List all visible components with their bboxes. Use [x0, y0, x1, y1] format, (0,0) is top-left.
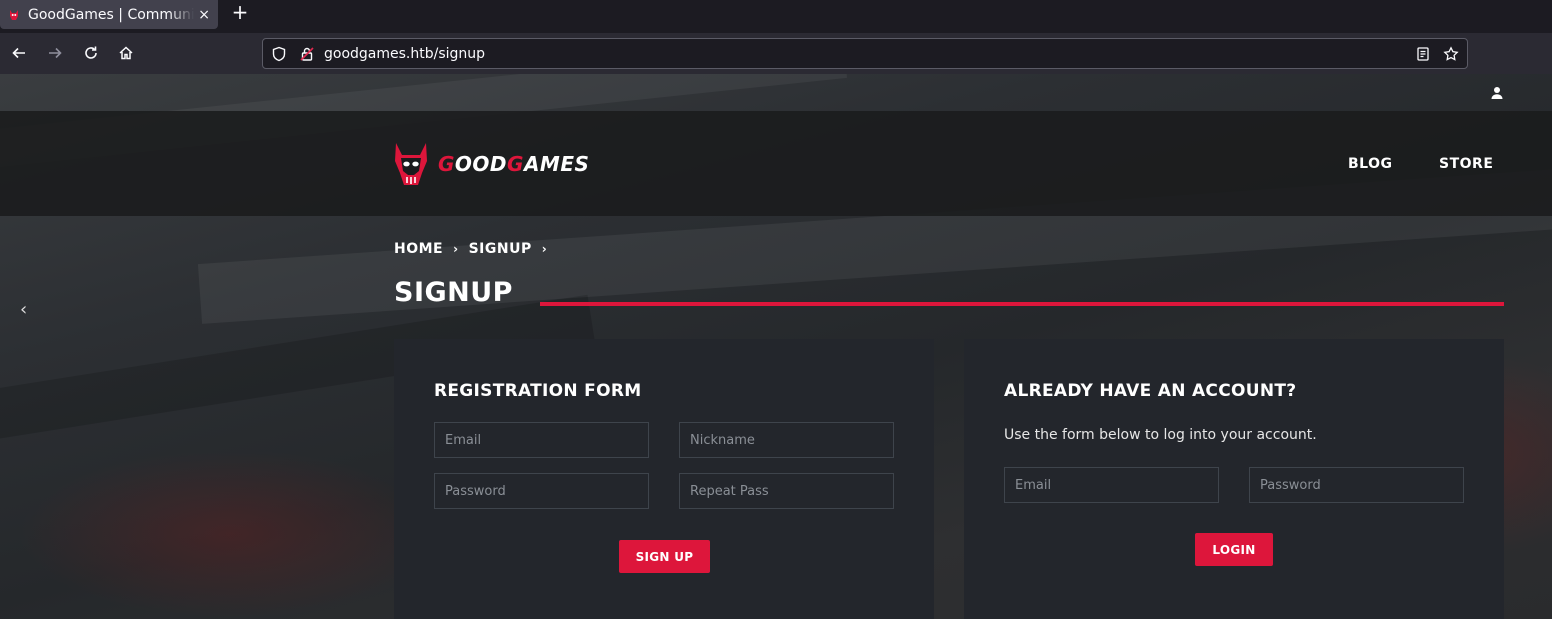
reader-view-icon[interactable] — [1415, 46, 1431, 62]
goodgames-favicon-icon — [10, 9, 18, 20]
skull-logo-icon — [395, 143, 427, 185]
breadcrumb-signup[interactable]: SIGNUP — [469, 241, 532, 257]
url-bar[interactable]: goodgames.htb/signup — [262, 38, 1468, 69]
tab-close-icon[interactable]: × — [198, 7, 210, 23]
site-header: GOODGAMES BLOG STORE — [0, 111, 1552, 216]
title-divider — [540, 302, 1504, 306]
forward-button[interactable] — [44, 42, 66, 64]
browser-tabbar: GoodGames | Community × + — [0, 0, 1552, 33]
page: GOODGAMES BLOG STORE ‹ HOME › SIGNUP › S… — [0, 74, 1552, 619]
url-text[interactable]: goodgames.htb/signup — [324, 46, 485, 62]
register-email-input[interactable] — [434, 422, 649, 458]
login-password-input[interactable] — [1249, 467, 1464, 503]
browser-tab[interactable]: GoodGames | Community × — [0, 0, 218, 29]
arrow-left-icon — [12, 47, 25, 59]
page-title: SIGNUP — [394, 277, 513, 308]
logo-text: GOODGAMES — [438, 152, 589, 176]
sign-up-button[interactable]: SIGN UP — [619, 540, 710, 573]
chevron-left-icon[interactable]: ‹ — [20, 299, 27, 320]
logo-text-ood: OOD — [454, 152, 508, 176]
login-card: ALREADY HAVE AN ACCOUNT? Use the form be… — [964, 339, 1504, 619]
back-button[interactable] — [8, 42, 30, 64]
home-button[interactable] — [115, 42, 137, 64]
tab-title: GoodGames | Community — [28, 6, 195, 23]
new-tab-button[interactable]: + — [229, 2, 251, 24]
user-icon[interactable] — [1490, 86, 1504, 100]
register-repeat-password-input[interactable] — [679, 473, 894, 509]
shield-icon[interactable] — [271, 46, 287, 62]
reload-icon — [85, 46, 97, 59]
login-email-input[interactable] — [1004, 467, 1219, 503]
register-password-input[interactable] — [434, 473, 649, 509]
insecure-lock-icon[interactable] — [299, 46, 315, 62]
logo-letter-g2: G — [507, 152, 524, 176]
site-logo[interactable]: GOODGAMES — [392, 141, 589, 187]
login-button[interactable]: LOGIN — [1195, 533, 1273, 566]
registration-card: REGISTRATION FORM SIGN UP — [394, 339, 934, 619]
chevron-right-icon: › — [541, 242, 548, 256]
breadcrumb: HOME › SIGNUP › — [394, 241, 557, 257]
login-description: Use the form below to log into your acco… — [1004, 427, 1317, 443]
arrow-right-icon — [49, 47, 62, 59]
registration-heading: REGISTRATION FORM — [434, 381, 642, 401]
chevron-right-icon: › — [453, 242, 459, 256]
menu-store[interactable]: STORE — [1439, 156, 1493, 172]
login-heading: ALREADY HAVE AN ACCOUNT? — [1004, 381, 1297, 401]
menu-blog[interactable]: BLOG — [1348, 156, 1393, 172]
bookmark-star-icon[interactable] — [1443, 46, 1459, 62]
home-icon — [119, 46, 133, 60]
breadcrumb-home[interactable]: HOME — [394, 241, 443, 257]
logo-text-ames: AMES — [523, 152, 590, 176]
register-nickname-input[interactable] — [679, 422, 894, 458]
browser-navbar: goodgames.htb/signup — [0, 33, 1552, 74]
logo-letter-g: G — [438, 152, 455, 176]
reload-button[interactable] — [80, 42, 102, 64]
